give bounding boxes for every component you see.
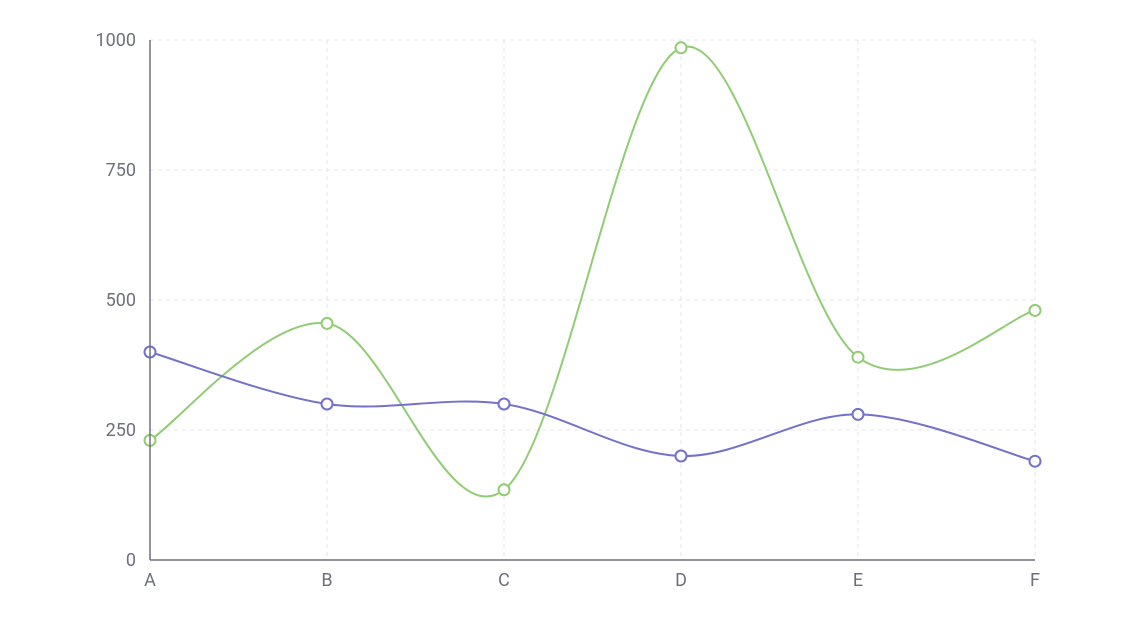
data-point [676, 451, 687, 462]
data-point [1030, 456, 1041, 467]
x-tick-label: A [144, 570, 156, 591]
grid [150, 40, 1035, 560]
x-tick-label: F [1030, 570, 1040, 591]
chart-container: 0 250 500 750 1000 A B C D E F [0, 0, 1130, 624]
data-point [499, 484, 510, 495]
y-tick-label: 250 [106, 420, 136, 441]
data-point [853, 409, 864, 420]
x-tick-label: B [321, 570, 332, 591]
x-tick-label: E [853, 570, 863, 591]
y-tick-label: 500 [106, 290, 136, 311]
data-point [322, 318, 333, 329]
data-point [676, 42, 687, 53]
data-point [1030, 305, 1041, 316]
data-point [853, 352, 864, 363]
x-tick-label: C [498, 570, 510, 591]
x-tick-label: D [675, 570, 687, 591]
series-line-series-2 [150, 352, 1035, 461]
y-tick-label: 0 [126, 550, 136, 571]
series-group [145, 42, 1041, 496]
series-line-series-1 [150, 47, 1035, 497]
y-tick-label: 750 [106, 160, 136, 181]
data-point [499, 399, 510, 410]
line-chart: 0 250 500 750 1000 A B C D E F [0, 0, 1130, 624]
data-point [322, 399, 333, 410]
y-tick-label: 1000 [96, 30, 136, 51]
